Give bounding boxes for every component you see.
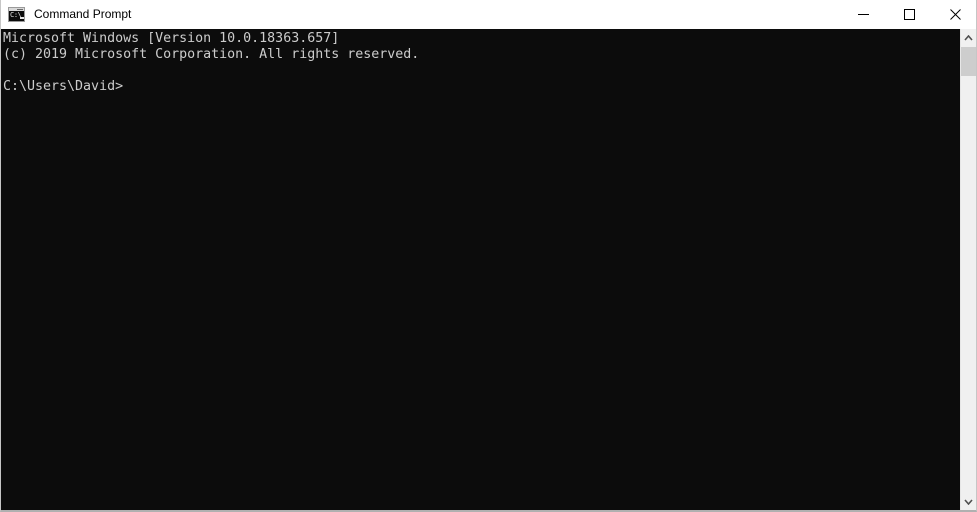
- maximize-icon: [903, 9, 915, 20]
- console-output-area[interactable]: Microsoft Windows [Version 10.0.18363.65…: [1, 29, 976, 510]
- scroll-down-button[interactable]: [961, 493, 976, 510]
- icon-cursor-block: [20, 17, 24, 19]
- close-icon: [949, 9, 961, 20]
- chevron-down-icon: [964, 498, 973, 505]
- close-button[interactable]: [932, 0, 976, 29]
- scrollbar-track[interactable]: [961, 76, 976, 493]
- cmd-console-icon: C:\: [8, 7, 25, 22]
- titlebar[interactable]: C:\ Command Prompt: [1, 0, 976, 29]
- chevron-up-icon: [964, 34, 973, 41]
- caption-button-group: [840, 0, 976, 29]
- scroll-up-button[interactable]: [961, 29, 976, 46]
- command-prompt-window: C:\ Command Prompt Microsoft Windows [Ve…: [0, 0, 977, 512]
- window-title: Command Prompt: [34, 7, 132, 21]
- titlebar-left: C:\ Command Prompt: [1, 0, 840, 29]
- minimize-button[interactable]: [840, 0, 886, 29]
- minimize-icon: [857, 14, 869, 15]
- vertical-scrollbar[interactable]: [960, 29, 976, 510]
- scrollbar-thumb[interactable]: [961, 47, 976, 76]
- console-text: Microsoft Windows [Version 10.0.18363.65…: [3, 31, 420, 94]
- maximize-button[interactable]: [886, 0, 932, 29]
